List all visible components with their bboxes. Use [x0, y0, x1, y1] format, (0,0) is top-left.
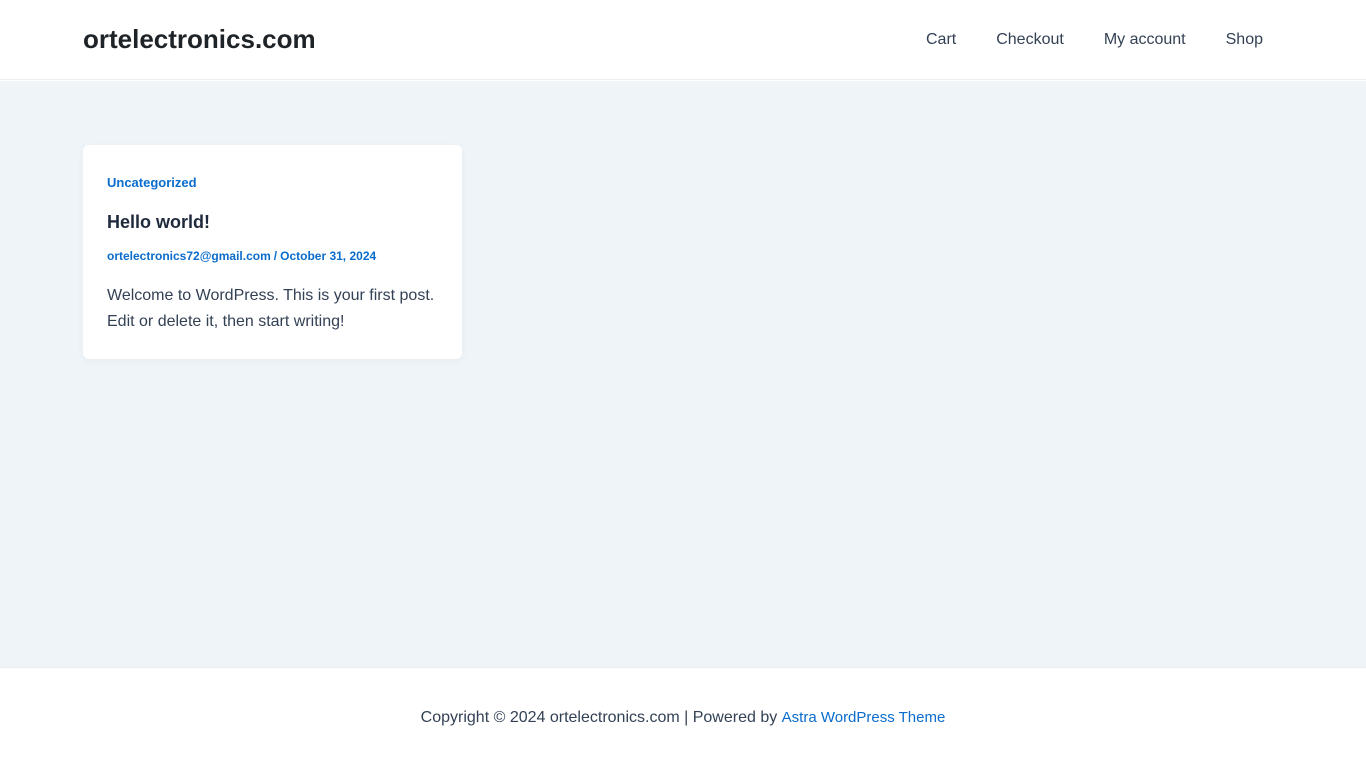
post-title-link[interactable]: Hello world! — [107, 211, 210, 233]
meta-separator: / — [273, 249, 278, 263]
post-excerpt: Welcome to WordPress. This is your first… — [107, 287, 435, 330]
site-header: ortelectronics.com Cart Checkout My acco… — [0, 0, 1366, 80]
nav-item-shop[interactable]: Shop — [1226, 30, 1263, 50]
primary-navigation: Cart Checkout My account Shop — [926, 0, 1263, 80]
site-title-link[interactable]: ortelectronics.com — [83, 24, 316, 54]
post-author-link[interactable]: ortelectronics72@gmail.com — [107, 249, 271, 263]
content-area: Uncategorized Hello world! ortelectronic… — [0, 81, 1366, 667]
theme-link[interactable]: Astra WordPress Theme — [782, 709, 946, 726]
post-category-link[interactable]: Uncategorized — [107, 175, 197, 191]
site-footer: Copyright © 2024 ortelectronics.com | Po… — [0, 667, 1366, 768]
footer-copyright: Copyright © 2024 ortelectronics.com | Po… — [421, 708, 946, 728]
nav-item-my-account[interactable]: My account — [1104, 30, 1186, 50]
post-card: Uncategorized Hello world! ortelectronic… — [83, 145, 462, 359]
copyright-text: Copyright © 2024 ortelectronics.com | Po… — [420, 709, 782, 726]
nav-item-checkout[interactable]: Checkout — [996, 30, 1064, 50]
post-date-link[interactable]: October 31, 2024 — [280, 249, 376, 263]
post-meta: ortelectronics72@gmail.com / October 31, 2… — [107, 249, 376, 263]
nav-item-cart[interactable]: Cart — [926, 30, 956, 50]
